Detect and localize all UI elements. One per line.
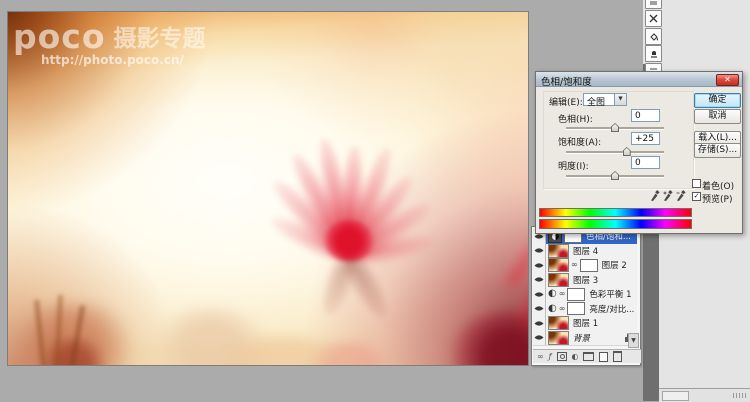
watermark: poco 摄影专题 http://photo.poco.cn/ [13, 20, 206, 66]
layer-row-layer4[interactable]: 图层 4 [533, 244, 637, 260]
layer-name: 图层 1 [571, 317, 598, 329]
layer-thumbnail[interactable] [548, 244, 569, 258]
layer-name: 图层 4 [571, 245, 598, 257]
layer-row-background[interactable]: 背景 [533, 331, 637, 347]
preview-label: 预览(P) [702, 192, 732, 205]
chevron-down-icon[interactable] [614, 94, 626, 105]
layer-style-icon[interactable]: ƒ [549, 353, 552, 361]
layer-mask-thumbnail[interactable] [567, 288, 585, 301]
dialog-titlebar[interactable]: 色相/饱和度 ✕ [536, 72, 742, 87]
hue-saturation-dialog: 色相/饱和度 ✕ 编辑(E): 全图 色相(H): 0 饱和度(A): +25 … [535, 71, 743, 234]
adjustment-icon[interactable]: ◐ [548, 304, 557, 314]
layer-name: 图层 2 [600, 259, 627, 271]
layer-thumbnail[interactable] [548, 258, 569, 272]
add-mask-icon[interactable] [557, 352, 567, 361]
layer-row-layer2[interactable]: ∞ 图层 2 [533, 258, 637, 274]
link-layers-icon[interactable]: ∞ [537, 353, 544, 361]
layer-name: 背景 [571, 332, 590, 344]
visibility-toggle[interactable] [533, 316, 546, 331]
eye-icon [534, 291, 544, 298]
edit-dropdown-value: 全图 [587, 98, 605, 108]
layer-row-layer3[interactable]: 图层 3 [533, 273, 637, 289]
ok-button[interactable]: 确定 [694, 93, 741, 108]
photo-canvas[interactable]: poco 摄影专题 http://photo.poco.cn/ [7, 11, 529, 366]
layer-row-color-balance[interactable]: ◐∞ 色彩平衡 1 [533, 287, 637, 303]
watermark-brand: poco [13, 20, 106, 53]
layer-name: 图层 3 [571, 274, 598, 286]
layer-thumbnail[interactable] [548, 273, 569, 287]
lightness-slider[interactable] [566, 175, 664, 178]
preview-checkbox[interactable]: ✓ [692, 192, 701, 201]
layers-panel-footer: ∞ ƒ ◐ [533, 349, 641, 363]
eyedropper-minus-icon[interactable] [676, 187, 686, 200]
bottom-right-statusbar [659, 388, 750, 402]
cancel-button[interactable]: 取消 [694, 109, 741, 124]
visibility-toggle[interactable] [533, 331, 546, 346]
tool-button-panel-strip[interactable] [645, 0, 662, 9]
saturation-input[interactable]: +25 [631, 132, 660, 145]
watermark-url: http://photo.poco.cn/ [41, 54, 206, 66]
crossed-tools-icon [649, 14, 658, 23]
colorize-label: 着色(O) [702, 179, 734, 192]
hue-slider[interactable] [566, 127, 664, 130]
hue-input[interactable]: 0 [631, 109, 660, 122]
photoshop-workspace: poco 摄影专题 http://photo.poco.cn/ 色相/饱和...… [0, 0, 750, 401]
close-icon[interactable]: ✕ [716, 74, 739, 86]
link-icon: ∞ [571, 261, 578, 269]
adjustment-icon[interactable]: ◐ [548, 289, 557, 299]
eyedropper-plus-icon[interactable] [663, 187, 673, 200]
status-thumbnail [662, 391, 689, 401]
new-group-icon[interactable] [583, 352, 594, 361]
visibility-toggle[interactable] [533, 258, 546, 273]
tool-button-crossed-tools[interactable] [645, 10, 662, 27]
eyedropper-icon[interactable] [650, 187, 660, 200]
hue-label: 色相(H): [558, 112, 593, 125]
tool-button-stamp[interactable] [645, 45, 662, 62]
visibility-toggle[interactable] [533, 244, 546, 259]
lightness-label: 明度(I): [558, 159, 589, 172]
edit-label: 编辑(E): [549, 95, 583, 108]
visibility-toggle[interactable] [533, 302, 546, 317]
layer-name: 色彩平衡 1 [587, 288, 631, 300]
eye-icon [534, 320, 544, 327]
layer-name: 亮度/对比... [587, 303, 634, 315]
delete-layer-icon[interactable] [613, 351, 622, 362]
paint-bucket-icon [649, 32, 659, 42]
visibility-toggle[interactable] [533, 287, 546, 302]
tool-button-paint-bucket[interactable] [645, 28, 662, 45]
layer-thumbnail[interactable] [548, 331, 569, 345]
eye-icon [534, 262, 544, 269]
saturation-label: 饱和度(A): [558, 135, 601, 148]
save-button[interactable]: 存储(S)... [694, 143, 741, 158]
resize-grip[interactable] [733, 393, 747, 398]
layer-row-layer1[interactable]: 图层 1 [533, 316, 637, 332]
lightness-input[interactable]: 0 [631, 156, 660, 169]
dialog-title: 色相/饱和度 [541, 74, 592, 88]
layer-mask-thumbnail[interactable] [567, 302, 585, 315]
layer-thumbnail[interactable] [548, 316, 569, 330]
flower-blur-dark [448, 312, 529, 366]
saturation-slider[interactable] [566, 151, 664, 154]
eye-icon [534, 247, 544, 254]
layers-panel: 色相/饱和... 图层 4 ∞图层 2 图层 3 ◐∞色彩平衡 1 ◐∞亮度/对… [531, 226, 641, 366]
link-icon: ∞ [559, 305, 566, 313]
new-layer-icon[interactable] [599, 352, 608, 362]
visibility-toggle[interactable] [533, 273, 546, 288]
layer-mask-thumbnail[interactable] [580, 259, 598, 272]
hue-gradient-bar-bottom [539, 219, 692, 229]
new-adjustment-icon[interactable]: ◐ [572, 353, 579, 361]
link-icon: ∞ [559, 290, 566, 298]
eye-icon [534, 276, 544, 283]
hue-gradient-bar-top [539, 208, 692, 217]
scrollbar-down-arrow[interactable]: ▼ [628, 333, 639, 348]
eye-icon [534, 305, 544, 312]
watermark-title: 摄影专题 [114, 28, 206, 53]
panel-strip-icon [649, 0, 658, 5]
layer-row-brightness-contrast[interactable]: ◐∞ 亮度/对比... [533, 302, 637, 318]
eye-icon [534, 334, 544, 341]
edit-dropdown[interactable]: 全图 [583, 93, 627, 106]
colorize-checkbox[interactable] [692, 179, 701, 188]
stamp-icon [649, 49, 659, 59]
